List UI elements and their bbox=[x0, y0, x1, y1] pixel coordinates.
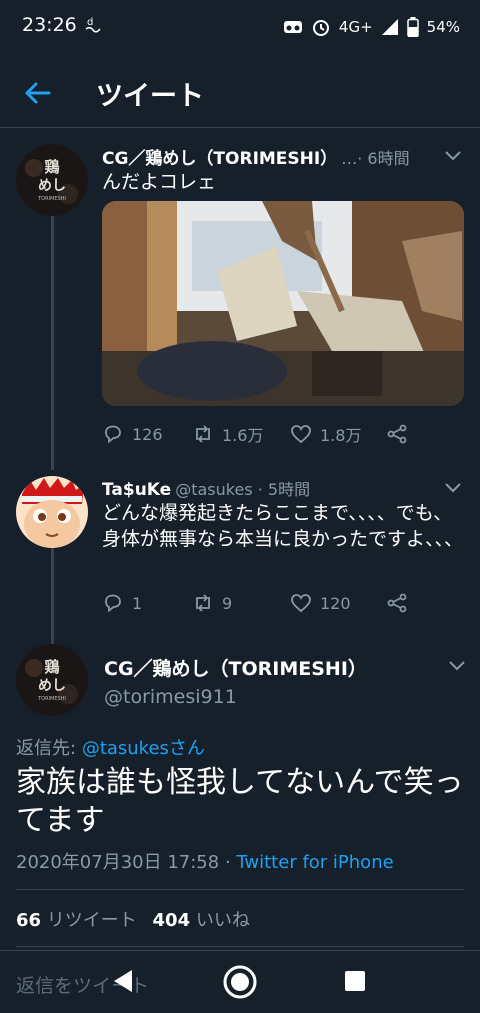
tweet1-meta: …· 6時間 bbox=[341, 149, 410, 168]
avatar-tasuke[interactable] bbox=[16, 476, 88, 548]
battery-icon bbox=[406, 17, 419, 37]
network-type: 4G+ bbox=[338, 18, 373, 36]
nav-recents-icon[interactable] bbox=[344, 970, 366, 992]
torimeshi-logo: 鶏 めし TORIMESHI bbox=[16, 144, 88, 216]
tweet1-like-button[interactable]: 1.8万 bbox=[290, 422, 386, 446]
tweet1-reply-button[interactable]: 126 bbox=[102, 423, 192, 445]
divider bbox=[16, 889, 464, 890]
nav-home-icon[interactable] bbox=[222, 964, 258, 1000]
reply-to-label: 返信先: bbox=[16, 738, 77, 759]
like-count: 404 bbox=[152, 910, 191, 931]
status-right-group: 4G+ 54% bbox=[283, 14, 460, 40]
tweet1-header: CG／鶏めし（TORIMESHI） …· 6時間 bbox=[102, 144, 410, 169]
tweet2-like-button[interactable]: 120 bbox=[290, 592, 386, 614]
tweet1-chevron-down-icon[interactable] bbox=[444, 150, 462, 162]
tweet1-text: んだよコレェ bbox=[102, 171, 217, 193]
tweet2-reply-button[interactable]: 1 bbox=[102, 592, 192, 614]
avatar-torimeshi[interactable]: 鶏 めし TORIMESHI bbox=[16, 144, 88, 216]
tweet2-author-name[interactable]: Ta$uKe bbox=[102, 480, 171, 500]
tweet1-share-button[interactable] bbox=[386, 423, 408, 445]
tweet1-retweet-button[interactable]: 1.6万 bbox=[192, 422, 290, 446]
tweet-date: 2020年07月30日 17:58 bbox=[16, 852, 220, 873]
tweet2-retweet-button[interactable]: 9 bbox=[192, 592, 290, 614]
main-author-name[interactable]: CG／鶏めし（TORIMESHI） bbox=[104, 654, 367, 681]
tweet1-retweet-count: 1.6万 bbox=[222, 426, 264, 445]
avatar-logo-sub: TORIMESHI bbox=[37, 696, 66, 702]
tweet-source[interactable]: Twitter for iPhone bbox=[236, 852, 393, 873]
tweet2-share-button[interactable] bbox=[386, 592, 408, 614]
status-bar: 23:26 d 4G+ 54% bbox=[0, 0, 480, 56]
back-arrow-icon[interactable] bbox=[22, 78, 52, 108]
avatar-logo-text-top: 鶏 bbox=[44, 158, 59, 176]
tweet1-photo[interactable] bbox=[102, 201, 464, 406]
engagement-stats: 66 リツイート 404 いいね bbox=[16, 906, 250, 932]
avatar-logo-text-bottom: めし bbox=[38, 178, 66, 194]
main-tweet-meta: 2020年07月30日 17:58 · Twitter for iPhone bbox=[16, 848, 394, 874]
retweets-stat[interactable]: 66 リツイート bbox=[16, 910, 137, 931]
retweet-icon bbox=[196, 594, 210, 612]
tweet2-header: Ta$uKe @tasukes · 5時間 bbox=[102, 476, 310, 500]
android-nav-bar bbox=[0, 950, 480, 1013]
share-icon bbox=[387, 593, 407, 613]
reply-icon bbox=[105, 594, 121, 613]
tweet2-chevron-down-icon[interactable] bbox=[444, 482, 462, 494]
status-time: 23:26 bbox=[22, 14, 77, 36]
tweet1-like-count: 1.8万 bbox=[320, 426, 362, 445]
app-header: ツイート bbox=[0, 56, 480, 128]
meta-separator: · bbox=[219, 852, 237, 873]
avatar-logo-text-top: 鶏 bbox=[44, 658, 59, 676]
retweet-icon bbox=[196, 425, 210, 443]
thread-line-2 bbox=[51, 548, 54, 644]
tasuke-avatar-image bbox=[16, 476, 88, 548]
signal-icon bbox=[381, 19, 398, 35]
tweet1-reply-count: 126 bbox=[132, 424, 163, 444]
retweet-label: リツイート bbox=[46, 910, 137, 931]
avatar-logo-sub: TORIMESHI bbox=[37, 196, 66, 202]
vr-icon bbox=[283, 21, 302, 33]
svg-text:d: d bbox=[87, 17, 93, 28]
heart-icon bbox=[291, 594, 311, 613]
avatar-logo-text-bottom: めし bbox=[38, 678, 66, 694]
reply-to-line: 返信先: @tasukesさん bbox=[16, 734, 205, 760]
retweet-count: 66 bbox=[16, 910, 42, 931]
reply-to-handle[interactable]: @tasukesさん bbox=[82, 738, 205, 759]
tweet2-text: どんな爆発起きたらここまで、、、、でも、身体が無事なら本当に良かったですよ、、、 bbox=[102, 502, 464, 550]
reply-icon bbox=[105, 425, 121, 444]
notification-app-icon: d bbox=[85, 17, 101, 33]
tweet2-like-count: 120 bbox=[320, 593, 351, 613]
tweet2-handle-time: @tasukes · 5時間 bbox=[175, 480, 311, 499]
battery-level: 54% bbox=[426, 18, 460, 36]
torimeshi-logo: 鶏 めし TORIMESHI bbox=[16, 644, 88, 716]
nav-back-icon[interactable] bbox=[110, 968, 136, 994]
main-author-handle[interactable]: @torimesi911 bbox=[104, 686, 237, 708]
divider bbox=[16, 946, 464, 947]
tweet2-reply-count: 1 bbox=[132, 593, 143, 613]
likes-stat[interactable]: 404 いいね bbox=[153, 910, 250, 931]
alarm-icon bbox=[312, 20, 329, 36]
tweet1-actions: 126 1.6万 1.8万 bbox=[102, 422, 422, 446]
tweet2-retweet-count: 9 bbox=[222, 593, 233, 613]
page-title: ツイート bbox=[96, 81, 204, 112]
main-tweet-text: 家族は誰も怪我してないんで笑ってます bbox=[16, 765, 464, 838]
heart-icon bbox=[291, 425, 311, 444]
main-chevron-down-icon[interactable] bbox=[448, 660, 466, 672]
tweet2-actions: 1 9 120 bbox=[102, 592, 422, 614]
thread-line bbox=[51, 216, 54, 470]
share-icon bbox=[387, 424, 407, 444]
like-label: いいね bbox=[195, 910, 250, 931]
tweet1-author-name[interactable]: CG／鶏めし（TORIMESHI） bbox=[102, 144, 337, 169]
damaged-room-image bbox=[102, 201, 464, 406]
avatar-torimeshi-main[interactable]: 鶏 めし TORIMESHI bbox=[16, 644, 88, 716]
